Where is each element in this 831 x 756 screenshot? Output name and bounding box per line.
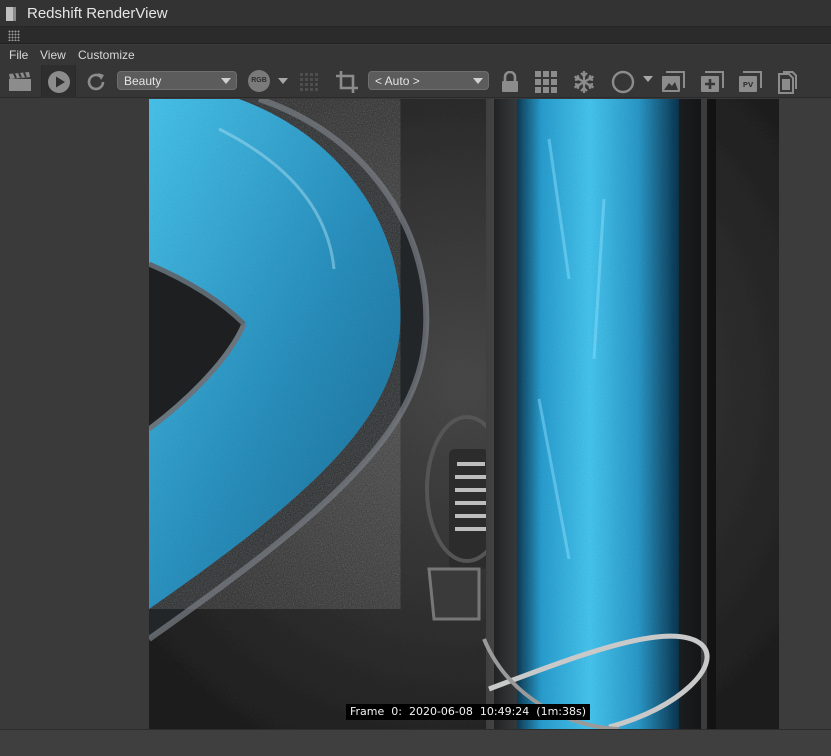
crop-dropdown-value: < Auto >: [375, 74, 420, 88]
window-icon: [6, 7, 16, 21]
bucket-grid-icon[interactable]: [533, 69, 559, 95]
chevron-down-icon: [221, 78, 231, 84]
crop-dropdown[interactable]: < Auto >: [368, 71, 489, 90]
render-viewport: Frame 0: 2020-06-08 10:49:24 (1m:38s): [0, 99, 831, 729]
aov-dropdown[interactable]: Beauty: [117, 71, 237, 90]
svg-text:PV: PV: [743, 81, 754, 89]
side-panel: [779, 99, 831, 729]
menu-view[interactable]: View: [40, 48, 66, 62]
title-bar: Redshift RenderView: [0, 0, 831, 27]
image-icon[interactable]: [660, 69, 686, 95]
play-button[interactable]: [41, 65, 76, 98]
clapperboard-icon[interactable]: [7, 69, 33, 95]
status-bar: [0, 729, 831, 756]
window-title: Redshift RenderView: [27, 5, 168, 22]
circle-icon[interactable]: [609, 69, 637, 95]
snowflake-icon[interactable]: [571, 69, 597, 95]
add-snapshot-icon[interactable]: [699, 69, 725, 95]
crop-icon[interactable]: [334, 69, 360, 95]
menu-customize[interactable]: Customize: [78, 48, 135, 62]
dither-grid-icon[interactable]: [296, 69, 322, 95]
refresh-icon[interactable]: [84, 69, 108, 95]
render-image[interactable]: Frame 0: 2020-06-08 10:49:24 (1m:38s): [149, 99, 779, 729]
rgb-channel-button[interactable]: RGB: [248, 70, 270, 92]
grip-handle-icon[interactable]: [8, 30, 20, 41]
menu-bar: File View Customize: [0, 45, 831, 65]
rgb-options-chevron-icon[interactable]: [278, 78, 288, 84]
play-icon: [46, 69, 72, 95]
pv-icon[interactable]: PV: [737, 69, 763, 95]
panel-grip-bar: [0, 27, 831, 44]
toolbar: Beauty < Auto > PV: [0, 65, 831, 98]
lock-icon[interactable]: [498, 69, 522, 95]
aov-dropdown-value: Beauty: [124, 74, 162, 88]
menu-file[interactable]: File: [9, 48, 28, 62]
frame-info-label: Frame 0: 2020-06-08 10:49:24 (1m:38s): [346, 704, 591, 720]
chevron-down-icon: [473, 78, 483, 84]
copy-icon[interactable]: [775, 69, 801, 95]
circle-options-chevron-icon[interactable]: [643, 76, 653, 82]
